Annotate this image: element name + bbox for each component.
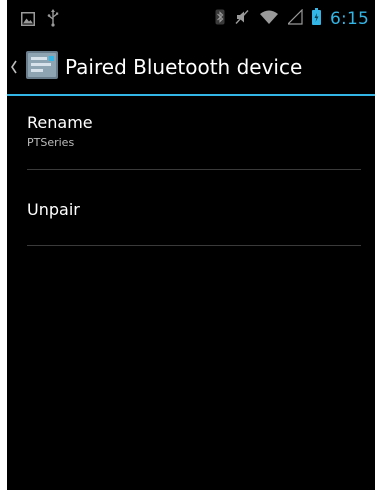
status-time: 6:15 bbox=[330, 8, 369, 29]
phone-screen: 6:15 Paired Bluetooth device Rename PTSe… bbox=[7, 0, 375, 490]
screenshot-icon bbox=[21, 11, 35, 30]
status-bar: 6:15 bbox=[7, 0, 375, 38]
wifi-icon bbox=[259, 9, 279, 29]
bluetooth-icon bbox=[215, 9, 225, 29]
battery-icon bbox=[312, 8, 322, 29]
unpair-title: Unpair bbox=[27, 200, 80, 219]
list-divider bbox=[27, 245, 361, 246]
device-name-summary: PTSeries bbox=[27, 136, 75, 149]
rename-title: Rename bbox=[27, 113, 93, 132]
app-settings-icon[interactable] bbox=[25, 48, 59, 82]
rename-preference[interactable]: Rename PTSeries bbox=[7, 96, 375, 170]
usb-icon bbox=[47, 9, 59, 31]
unpair-preference[interactable]: Unpair bbox=[7, 170, 375, 245]
action-bar[interactable]: Paired Bluetooth device bbox=[7, 38, 375, 94]
up-caret-icon[interactable] bbox=[10, 59, 18, 78]
signal-icon bbox=[286, 8, 303, 29]
action-bar-title: Paired Bluetooth device bbox=[65, 55, 303, 79]
mute-icon bbox=[234, 9, 250, 29]
